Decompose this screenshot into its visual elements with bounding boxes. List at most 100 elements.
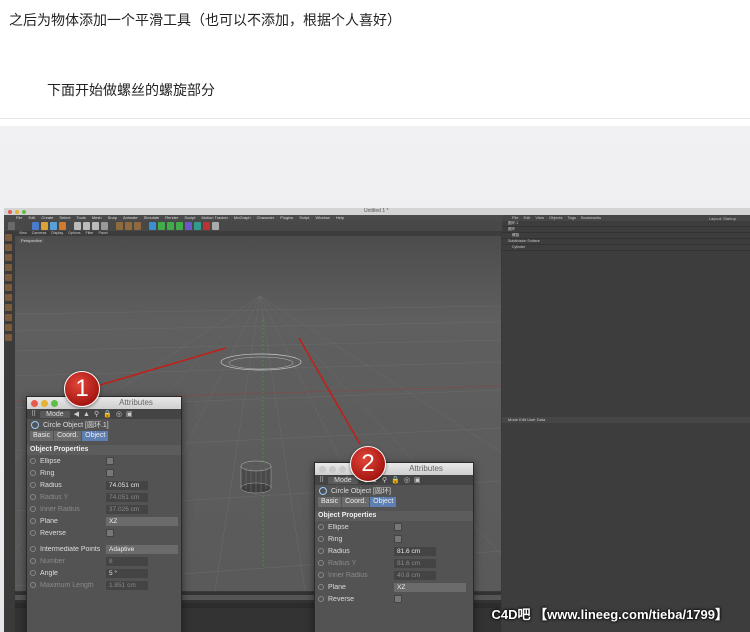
radius-label: Radius xyxy=(40,481,62,489)
reverse-row: Reverse xyxy=(27,527,181,539)
ellipse-row: Ellipse xyxy=(27,455,181,467)
animate-icon[interactable] xyxy=(318,536,324,542)
mode-menu[interactable]: Mode xyxy=(328,476,358,484)
angle-field[interactable]: 5 ° xyxy=(106,568,148,578)
panel-2-toolbar: ⠿ Mode ◀ ▲ ⚲ 🔒 ◎ ▣ xyxy=(315,475,473,485)
grip-icon: ⠿ xyxy=(319,477,325,484)
max-length-row: Maximum Length 1.851 cm xyxy=(27,579,181,591)
plane-dropdown[interactable]: XZ xyxy=(106,516,178,526)
plane-row: Plane XZ xyxy=(27,515,181,527)
search-icon[interactable]: ⚲ xyxy=(94,410,99,418)
object-properties-heading: Object Properties xyxy=(27,445,181,455)
grip-icon: ⠿ xyxy=(31,411,37,418)
mode-menu[interactable]: Mode xyxy=(40,410,70,418)
reverse-checkbox[interactable] xyxy=(394,595,402,603)
intermediate-points-dropdown[interactable]: Adaptive xyxy=(106,544,178,554)
panel-1-tabs: Basic Coord. Object xyxy=(27,431,181,441)
tab-coord[interactable]: Coord. xyxy=(54,431,82,441)
inner-radius-label: Inner Radius xyxy=(328,571,368,579)
object-name: Circle Object [圆环] xyxy=(331,488,391,495)
panel-2-title: Attributes xyxy=(409,464,443,473)
radius-field[interactable]: 74.051 cm xyxy=(106,480,148,490)
panel-2-titlebar: Attributes xyxy=(315,463,473,475)
angle-label: Angle xyxy=(40,569,58,577)
plane-dropdown[interactable]: XZ xyxy=(394,582,466,592)
back-arrow-icon[interactable]: ◀ xyxy=(74,410,79,418)
animate-icon[interactable] xyxy=(30,582,36,588)
animate-icon[interactable] xyxy=(30,458,36,464)
ring-checkbox[interactable] xyxy=(394,535,402,543)
up-arrow-icon[interactable]: ▲ xyxy=(83,411,90,418)
lock-icon[interactable]: 🔒 xyxy=(103,410,112,418)
animate-icon[interactable] xyxy=(318,548,324,554)
new-panel-icon[interactable]: ▣ xyxy=(126,410,133,418)
article-caption-2: 下面开始做螺丝的螺旋部分 xyxy=(47,82,215,98)
number-label: Number xyxy=(40,557,65,565)
inner-radius-field[interactable]: 40.8 cm xyxy=(394,570,436,580)
search-icon[interactable]: ⚲ xyxy=(382,476,387,484)
forum-watermark: C4D吧 【www.lineeg.com/tieba/1799】 xyxy=(491,607,728,622)
animate-icon[interactable] xyxy=(30,558,36,564)
tab-object[interactable]: Object xyxy=(370,497,397,507)
ellipse-row: Ellipse xyxy=(315,521,473,533)
animate-icon[interactable] xyxy=(30,546,36,552)
plane-label: Plane xyxy=(328,583,346,591)
tab-basic[interactable]: Basic xyxy=(318,497,342,507)
circle-spline-icon xyxy=(319,487,327,495)
ellipse-checkbox[interactable] xyxy=(106,457,114,465)
panel-2-object-header: Circle Object [圆环] xyxy=(315,485,473,497)
plane-row: Plane XZ xyxy=(315,581,473,593)
ellipse-checkbox[interactable] xyxy=(394,523,402,531)
article-divider xyxy=(0,118,750,119)
new-panel-icon[interactable]: ▣ xyxy=(414,476,421,484)
target-icon[interactable]: ◎ xyxy=(116,410,122,418)
plane-label: Plane xyxy=(40,517,58,525)
intermediate-points-row: Intermediate Points Adaptive xyxy=(27,543,181,555)
animate-icon[interactable] xyxy=(318,572,324,578)
animate-icon[interactable] xyxy=(318,560,324,566)
intermediate-points-label: Intermediate Points xyxy=(40,545,101,553)
reverse-label: Reverse xyxy=(40,529,67,537)
animate-icon[interactable] xyxy=(30,494,36,500)
tab-coord[interactable]: Coord. xyxy=(342,497,370,507)
panel-1-object-header: Circle Object [圆环.1] xyxy=(27,419,181,431)
animate-icon[interactable] xyxy=(30,470,36,476)
reverse-label: Reverse xyxy=(328,595,355,603)
ring-checkbox[interactable] xyxy=(106,469,114,477)
circle-spline-icon xyxy=(31,421,39,429)
radius-row: Radius 74.051 cm xyxy=(27,479,181,491)
animate-icon[interactable] xyxy=(30,506,36,512)
radius-y-field[interactable]: 81.6 cm xyxy=(394,558,436,568)
radius-y-row: Radius Y 81.6 cm xyxy=(315,557,473,569)
inner-radius-row: Inner Radius 40.8 cm xyxy=(315,569,473,581)
panel-1-titlebar: Attributes xyxy=(27,397,181,409)
reverse-checkbox[interactable] xyxy=(106,529,114,537)
callout-badge-1: 1 xyxy=(64,371,100,407)
animate-icon[interactable] xyxy=(30,570,36,576)
animate-icon[interactable] xyxy=(30,518,36,524)
tab-basic[interactable]: Basic xyxy=(30,431,54,441)
radius-y-row: Radius Y 74.051 cm xyxy=(27,491,181,503)
max-length-label: Maximum Length xyxy=(40,581,94,589)
radius-y-field[interactable]: 74.051 cm xyxy=(106,492,148,502)
animate-icon[interactable] xyxy=(30,530,36,536)
reverse-row: Reverse xyxy=(315,593,473,605)
number-field[interactable]: 8 xyxy=(106,556,148,566)
max-length-field[interactable]: 1.851 cm xyxy=(106,580,148,590)
target-icon[interactable]: ◎ xyxy=(404,476,410,484)
tab-object[interactable]: Object xyxy=(82,431,109,441)
article-caption-1: 之后为物体添加一个平滑工具（也可以不添加，根据个人喜好） xyxy=(9,12,401,28)
panel-1-toolbar: ⠿ Mode ◀ ▲ ⚲ 🔒 ◎ ▣ xyxy=(27,409,181,419)
animate-icon[interactable] xyxy=(318,596,324,602)
ring-label: Ring xyxy=(328,535,343,543)
radius-label: Radius xyxy=(328,547,350,555)
lock-icon[interactable]: 🔒 xyxy=(391,476,400,484)
inner-radius-field[interactable]: 37.026 cm xyxy=(106,504,148,514)
animate-icon[interactable] xyxy=(318,584,324,590)
panel-1-title: Attributes xyxy=(119,398,153,407)
animate-icon[interactable] xyxy=(30,482,36,488)
animate-icon[interactable] xyxy=(318,524,324,530)
attributes-panel-2: Attributes ⠿ Mode ◀ ▲ ⚲ 🔒 ◎ ▣ Circle Obj… xyxy=(314,462,474,632)
radius-y-label: Radius Y xyxy=(40,493,69,501)
radius-field[interactable]: 81.6 cm xyxy=(394,546,436,556)
